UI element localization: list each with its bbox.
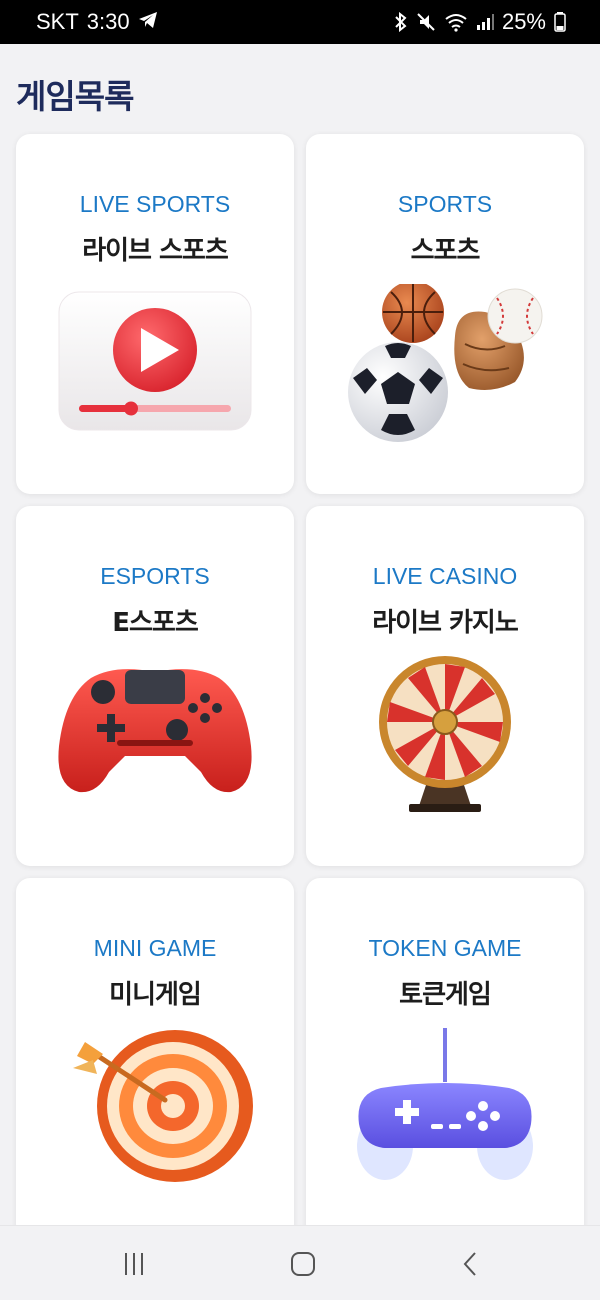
home-icon[interactable]: [283, 1244, 323, 1284]
game-card-token-game[interactable]: TOKEN GAME 토큰게임: [306, 878, 584, 1238]
sports-balls-icon: [345, 284, 545, 444]
carrier-label: SKT: [36, 9, 79, 34]
system-nav-bar: [0, 1225, 600, 1300]
wifi-icon: [444, 12, 468, 32]
game-card-en-label: SPORTS: [397, 191, 493, 217]
dartboard-icon: [55, 1028, 255, 1188]
status-left: SKT 3:30: [36, 9, 158, 35]
game-card-ko-label: 토큰게임: [399, 980, 492, 1010]
game-card-ko-label: 라이브 스포츠: [82, 236, 229, 266]
game-card-en-label: ESPORTS: [100, 563, 210, 589]
game-card-en-label: LIVE CASINO: [372, 563, 518, 589]
game-card-live-casino[interactable]: LIVE CASINO 라이브 카지노: [306, 506, 584, 866]
token-gamepad-icon: [345, 1028, 545, 1188]
game-card-ko-label: 라이브 카지노: [372, 608, 519, 638]
telegram-icon: [138, 9, 158, 35]
gamepad-icon: [55, 656, 255, 816]
mute-icon: [416, 12, 436, 32]
bluetooth-icon: [394, 12, 408, 32]
page-title: 게임목록: [16, 77, 134, 116]
game-card-sports[interactable]: SPORTS 스포츠: [306, 134, 584, 494]
status-bar: SKT 3:30 25%: [0, 0, 600, 44]
game-card-en-label: LIVE SPORTS: [79, 191, 231, 217]
battery-label: 25%: [501, 9, 546, 34]
back-icon[interactable]: [451, 1244, 491, 1284]
game-card-ko-label: 미니게임: [109, 980, 202, 1010]
game-card-en-label: MINI GAME: [93, 935, 217, 961]
game-card-ko-label: 스포츠: [410, 236, 481, 266]
signal-icon: [476, 13, 494, 31]
game-card-live-sports[interactable]: LIVE SPORTS 라이브 스포츠: [16, 134, 294, 494]
recent-apps-icon[interactable]: [114, 1244, 154, 1284]
game-card-esports[interactable]: ESPORTS E스포츠: [16, 506, 294, 866]
game-card-ko-label: E스포츠: [112, 608, 199, 638]
status-right: 25%: [394, 9, 566, 35]
game-card-en-label: TOKEN GAME: [368, 935, 522, 961]
battery-icon: [554, 12, 566, 32]
roulette-wheel-icon: [345, 656, 545, 816]
game-card-mini-game[interactable]: MINI GAME 미니게임: [16, 878, 294, 1238]
clock: 3:30: [86, 9, 130, 34]
video-player-icon: [55, 284, 255, 444]
